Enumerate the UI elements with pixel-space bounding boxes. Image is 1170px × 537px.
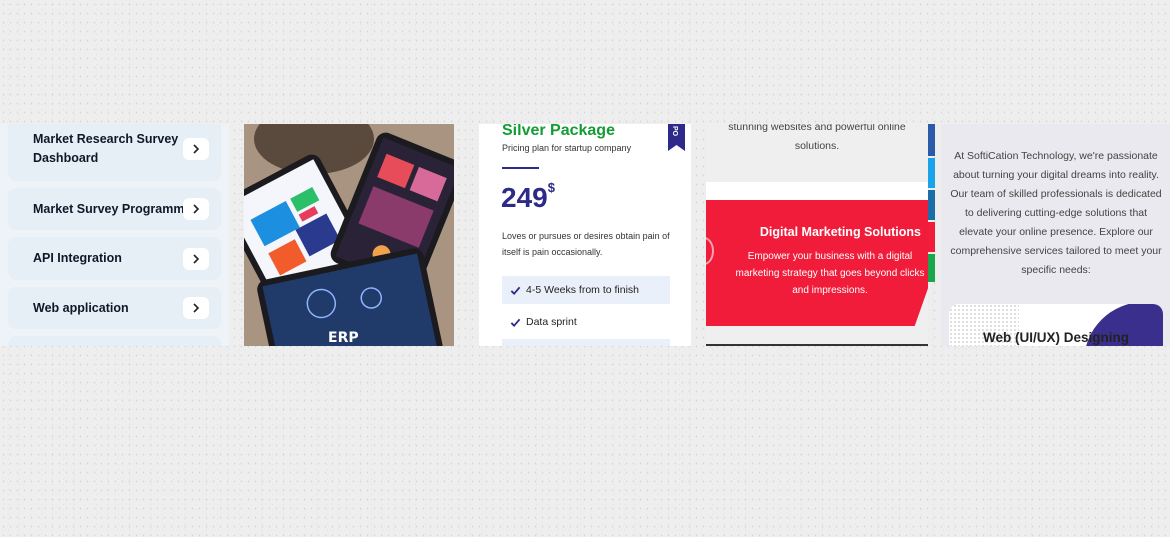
service-item-label: Market Research Survey Dashboard bbox=[33, 132, 179, 165]
marketing-text: Empower your business with a digital mar… bbox=[735, 251, 925, 296]
check-icon bbox=[510, 286, 521, 295]
marketing-title: Digital Marketing Solutions bbox=[759, 225, 921, 239]
divider bbox=[706, 344, 928, 346]
pricing-description: Loves or pursues or desires obtain pain … bbox=[502, 231, 670, 257]
divider bbox=[706, 182, 928, 200]
price-amount: 249 bbox=[501, 182, 548, 213]
social-tab-pinterest[interactable] bbox=[928, 222, 935, 252]
chevron-right-icon[interactable] bbox=[183, 198, 209, 220]
feature-item-partial bbox=[502, 339, 670, 346]
about-panel: At SoftiCation Technology, we're passion… bbox=[941, 124, 1170, 346]
pricing-subtitle: Pricing plan for startup company bbox=[502, 143, 632, 153]
feature-label: Data sprint bbox=[526, 316, 577, 328]
social-tab-twitter[interactable] bbox=[928, 158, 935, 188]
chevron-right-icon[interactable] bbox=[183, 248, 209, 270]
ribbon-label: PO bbox=[671, 126, 678, 137]
social-tab-linkedin[interactable] bbox=[928, 190, 935, 220]
feature-label: 4-5 Weeks from to finish bbox=[526, 284, 640, 296]
marketing-intro-text: stunning websites and powerful online so… bbox=[728, 124, 906, 152]
feature-item: Data sprint bbox=[502, 308, 670, 336]
service-card-web-design[interactable]: Web (UI/UX) Designing bbox=[949, 304, 1163, 346]
check-icon bbox=[510, 318, 521, 327]
service-item-label: Web application bbox=[33, 301, 129, 315]
social-tab-facebook[interactable] bbox=[928, 124, 935, 156]
service-item-api-integration[interactable]: API Integration bbox=[8, 237, 221, 280]
tablets-collage-image: ERP bbox=[244, 124, 454, 346]
service-item-partial[interactable] bbox=[8, 336, 221, 346]
service-item-web-application[interactable]: Web application bbox=[8, 287, 221, 329]
service-item-market-research[interactable]: Market Research Survey Dashboard bbox=[8, 124, 221, 181]
service-item-label: Market Survey Programming bbox=[33, 202, 185, 216]
price: 249$ bbox=[501, 180, 555, 214]
service-item-label: API Integration bbox=[33, 251, 122, 265]
chevron-right-icon[interactable] bbox=[183, 138, 209, 160]
pricing-card: Silver Package Pricing plan for startup … bbox=[479, 124, 691, 346]
social-tab-whatsapp[interactable] bbox=[928, 254, 935, 282]
erp-label: ERP bbox=[328, 330, 359, 346]
service-item-survey-programming[interactable]: Market Survey Programming bbox=[8, 188, 221, 230]
about-text: At SoftiCation Technology, we're passion… bbox=[950, 150, 1162, 276]
marketing-panel: stunning websites and powerful online so… bbox=[706, 124, 928, 346]
chevron-right-icon[interactable] bbox=[183, 297, 209, 319]
divider bbox=[502, 167, 539, 169]
popular-ribbon: PO bbox=[668, 124, 685, 151]
price-currency: $ bbox=[547, 180, 555, 195]
feature-item: 4-5 Weeks from to finish bbox=[502, 276, 670, 304]
pricing-title: Silver Package bbox=[502, 124, 615, 139]
service-list-panel: Market Research Survey Dashboard Market S… bbox=[0, 124, 229, 346]
service-card-title: Web (UI/UX) Designing bbox=[982, 330, 1129, 345]
